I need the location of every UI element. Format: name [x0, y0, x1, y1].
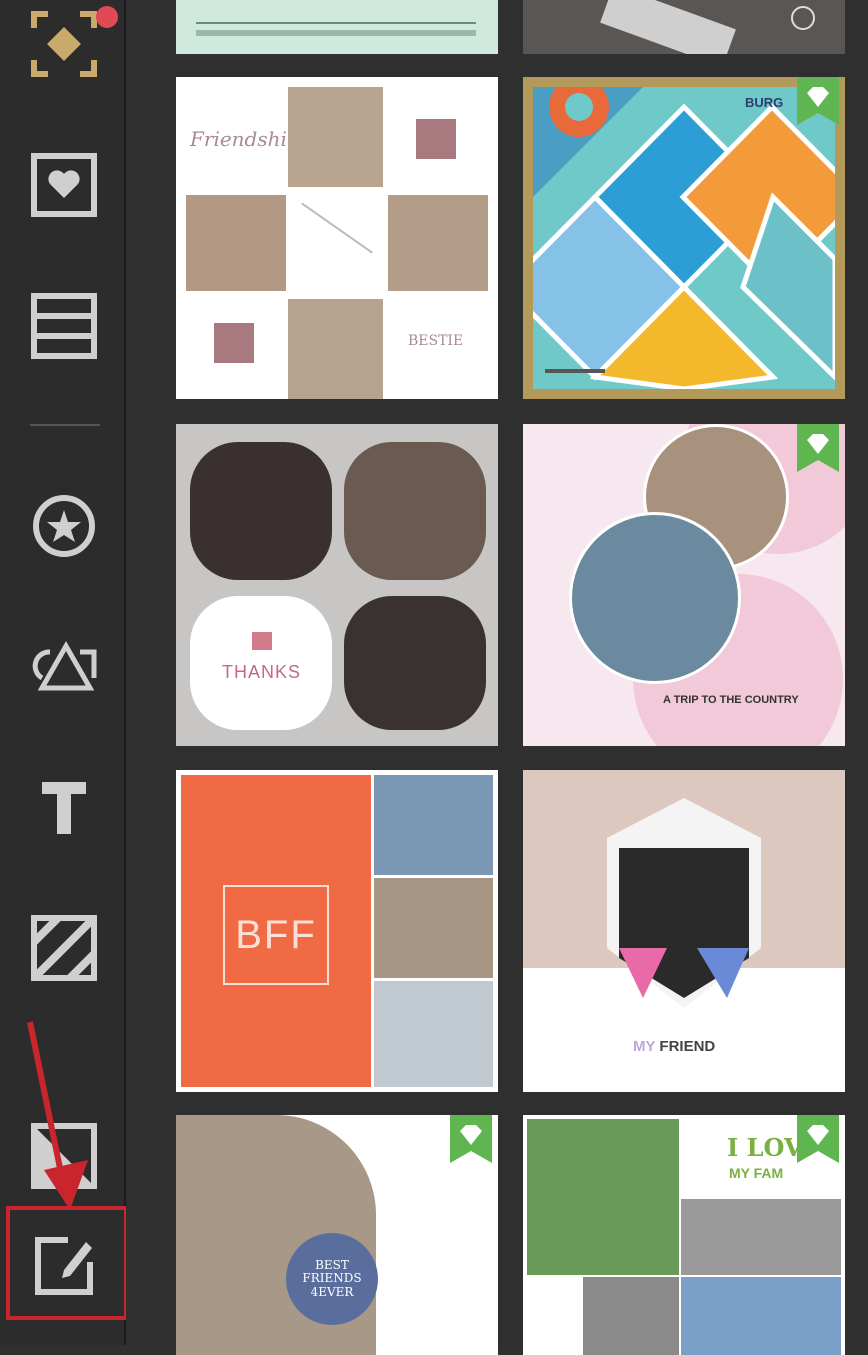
templates-grid: Friendship BESTIE BURG THANKS A TRIP TO … [126, 0, 868, 1355]
pattern-icon [31, 915, 97, 981]
template-title: A TRIP TO THE COUNTRY [663, 694, 799, 706]
template-bff[interactable]: BFF [176, 770, 498, 1092]
template-title: BFF [235, 912, 317, 957]
badges-button[interactable] [28, 490, 100, 562]
shapes-button[interactable] [28, 630, 100, 702]
template-thanks[interactable]: THANKS [176, 424, 498, 746]
layout-icon [31, 293, 97, 359]
photo [344, 596, 486, 730]
edit-highlight-box [6, 1206, 128, 1320]
pattern-button[interactable] [28, 912, 100, 984]
color-swatch [416, 119, 456, 159]
photo [288, 299, 383, 399]
template-subtitle: MY FAM [729, 1165, 784, 1181]
template-title: THANKS [222, 662, 302, 682]
template-trip-country[interactable]: A TRIP TO THE COUNTRY [523, 424, 845, 746]
photo [583, 1277, 679, 1355]
photo [190, 442, 332, 580]
template-label: BURG [745, 95, 784, 110]
photo [374, 878, 493, 978]
photo [681, 1277, 841, 1355]
premium-badge-icon [450, 1115, 492, 1163]
templates-icon [31, 11, 97, 77]
template-title: MY FRIEND [633, 1038, 716, 1055]
background-button[interactable] [28, 1120, 100, 1192]
template-beach-diamonds[interactable]: BURG [523, 77, 845, 399]
templates-button[interactable] [28, 8, 100, 80]
shapes-icon [32, 640, 97, 691]
template-title: I LOV [727, 1133, 803, 1162]
text-icon [42, 782, 86, 834]
star-badge-icon [33, 495, 95, 557]
photo [344, 442, 486, 580]
template-title: Friendship [190, 127, 300, 151]
template-partial-right[interactable] [523, 0, 845, 54]
photo [288, 87, 383, 187]
template-partial-left[interactable] [176, 0, 498, 54]
heart-frame-icon [31, 153, 97, 217]
layout-button[interactable] [28, 290, 100, 362]
circle-badge: BEST FRIENDS 4EVER [286, 1233, 378, 1325]
photo [681, 1199, 841, 1275]
bff-panel: BFF [181, 775, 371, 1087]
circle-text: BEST FRIENDS 4EVER [302, 1258, 362, 1299]
text-button[interactable] [28, 770, 100, 842]
background-icon [31, 1123, 97, 1189]
color-swatch [214, 323, 254, 363]
stickers-button[interactable] [28, 148, 100, 220]
notification-dot [96, 6, 118, 28]
premium-badge-icon [797, 424, 839, 472]
photo [374, 775, 493, 875]
photo [388, 195, 488, 291]
photo [186, 195, 286, 291]
premium-badge-icon [797, 77, 839, 125]
photo [527, 1119, 679, 1275]
premium-badge-icon [797, 1115, 839, 1163]
photo [374, 981, 493, 1087]
sidebar-divider [30, 424, 100, 426]
template-friendship[interactable]: Friendship BESTIE [176, 77, 498, 399]
template-family[interactable]: I LOV MY FAM [523, 1115, 845, 1355]
thanks-card: THANKS [190, 596, 332, 730]
photo [569, 512, 741, 684]
tools-sidebar [0, 0, 128, 1345]
template-label: BESTIE [408, 333, 464, 349]
template-my-friend[interactable]: MY FRIEND [523, 770, 845, 1092]
template-best-friends[interactable]: BEST FRIENDS 4EVER [176, 1115, 498, 1355]
